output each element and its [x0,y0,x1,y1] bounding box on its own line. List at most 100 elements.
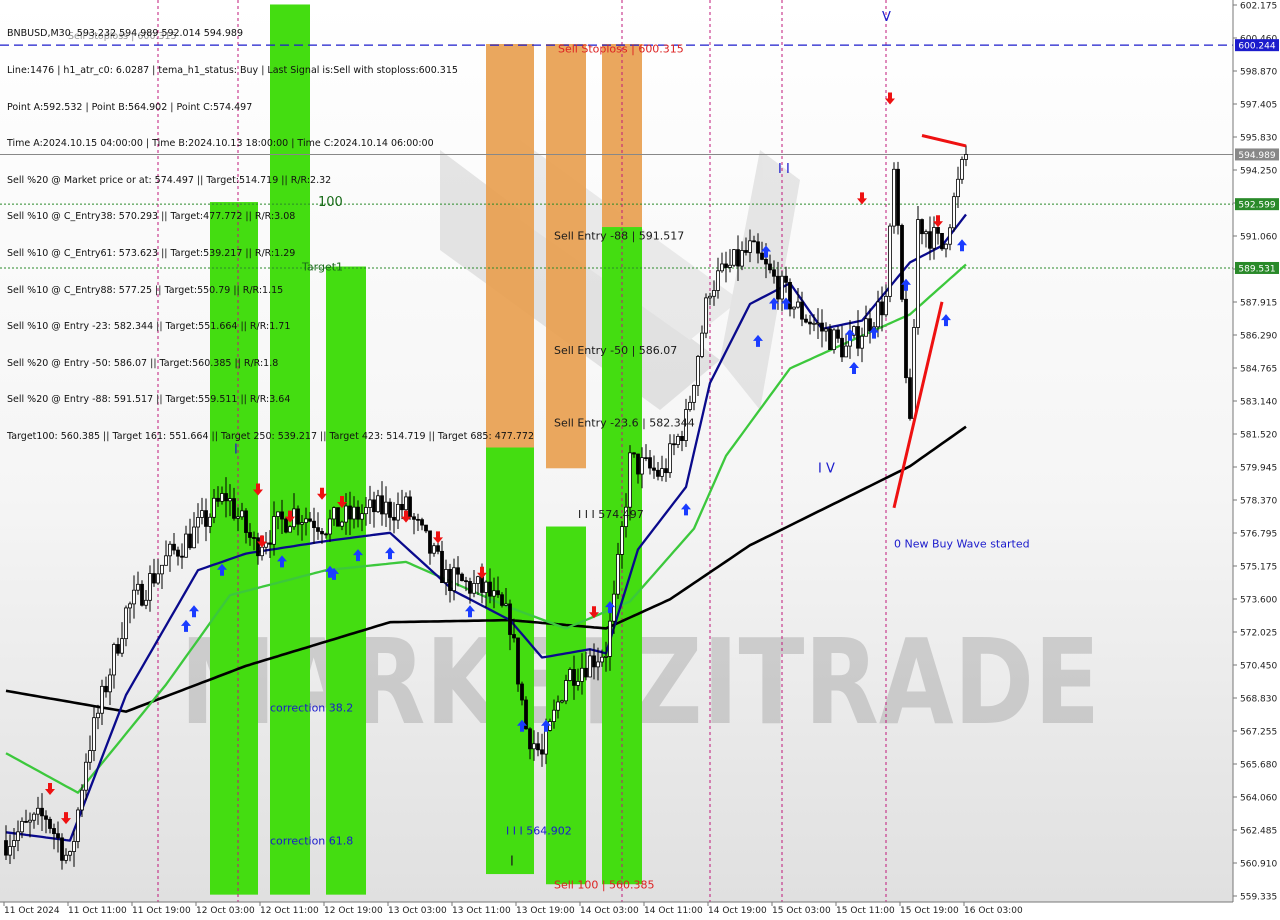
candle-body-32 [132,589,136,605]
price-tick-7: 591.060 [1240,233,1277,243]
candle-body-225 [904,298,908,379]
candle-body-145 [584,667,588,678]
candle-body-29 [120,638,124,654]
candle-body-142 [572,669,576,686]
candle-body-25 [104,685,108,693]
candle-body-68 [276,511,280,517]
candle-body-47 [192,526,196,549]
candle-body-21 [88,750,92,763]
annotation-5: Sell Entry -23.6 | 582.344 [554,417,695,430]
candle-body-16 [68,851,72,856]
price-tick-19: 572.025 [1240,629,1277,639]
candle-body-186 [748,240,752,253]
candle-body-224 [900,224,904,300]
candle-body-221 [888,225,892,297]
candle-body-202 [812,322,816,325]
candle-body-231 [928,231,932,249]
candle-body-61 [248,532,252,538]
candle-body-107 [432,545,436,554]
candle-body-40 [164,555,168,566]
candle-body-30 [124,607,128,640]
candle-body-175 [704,297,708,334]
candle-body-17 [72,841,76,852]
candle-body-7 [32,813,36,821]
price-tick-18: 573.600 [1240,596,1277,606]
time-tick-13: 15 Oct 11:00 [836,906,895,916]
candle-body-182 [732,249,736,266]
candle-body-143 [576,681,580,686]
candle-body-138 [556,701,560,711]
candle-body-156 [628,452,632,508]
candle-body-239 [960,159,964,180]
green-zone-0 [210,202,258,895]
candle-body-198 [796,301,800,308]
candle-body-126 [508,603,512,635]
candle-body-95 [384,501,388,515]
candle-body-116 [468,581,472,594]
annotation-10: Sell 100 | 560.385 [554,878,655,891]
candle-body-123 [496,590,500,596]
candle-body-161 [648,457,652,469]
candle-body-205 [824,328,828,332]
candle-body-188 [756,241,760,254]
price-tick-23: 565.680 [1240,761,1277,771]
candle-body-109 [440,550,444,583]
price-tick-10: 586.290 [1240,332,1277,342]
candle-body-193 [776,275,780,300]
candle-body-39 [160,564,164,575]
candle-body-163 [656,469,660,477]
candle-body-22 [92,717,96,751]
candle-body-42 [172,543,176,551]
candle-body-50 [204,510,208,527]
annotation-11: 0 New Buy Wave started [894,537,1030,550]
annotation-9: I I I 564.902 [506,824,572,837]
annotation-12: V [882,10,891,25]
candle-body-98 [396,503,400,521]
price-tick-5: 594.250 [1240,167,1277,177]
candle-body-146 [588,655,592,678]
candle-body-215 [864,318,868,337]
annotation-15: I [234,443,238,458]
candle-body-105 [424,524,428,532]
candle-body-180 [724,263,728,268]
candle-body-104 [420,519,424,526]
candle-body-0 [4,840,8,856]
candle-body-71 [288,526,292,533]
price-tick-0: 602.175 [1240,2,1277,12]
candle-body-76 [308,518,312,522]
level-tag-1: 594.989 [1238,151,1275,161]
candle-body-151 [608,620,612,657]
time-tick-7: 13 Oct 11:00 [452,906,511,916]
price-tick-11: 584.765 [1240,365,1277,375]
candle-body-54 [220,493,224,502]
candle-body-48 [196,517,200,528]
candle-body-70 [284,518,288,533]
candle-body-153 [616,554,620,595]
candle-body-83 [336,507,340,527]
time-tick-15: 16 Oct 03:00 [964,906,1023,916]
candle-body-108 [436,545,440,552]
candle-body-235 [944,243,948,250]
annotation-2: Target1 [301,261,343,274]
candle-body-174 [700,332,704,357]
price-tick-4: 595.830 [1240,134,1277,144]
candle-body-136 [548,721,552,731]
candle-body-55 [224,493,228,502]
candle-body-45 [184,533,188,558]
candle-body-159 [640,457,644,475]
candle-body-43 [176,549,180,557]
annotation-8: correction 61.8 [270,835,353,848]
price-tick-20: 570.450 [1240,662,1277,672]
candle-body-77 [312,520,316,529]
candle-body-190 [764,258,768,265]
candle-body-233 [936,227,940,234]
candle-body-210 [844,345,848,358]
candle-body-122 [492,590,496,597]
level-tag-2: 592.599 [1238,201,1275,211]
candle-body-79 [320,531,324,535]
price-tick-17: 575.175 [1240,563,1277,573]
price-tick-16: 576.795 [1240,530,1277,540]
candle-body-74 [300,522,304,525]
price-axis: 602.175600.460598.870597.405595.830594.2… [1232,0,1280,920]
candle-body-137 [552,709,556,722]
